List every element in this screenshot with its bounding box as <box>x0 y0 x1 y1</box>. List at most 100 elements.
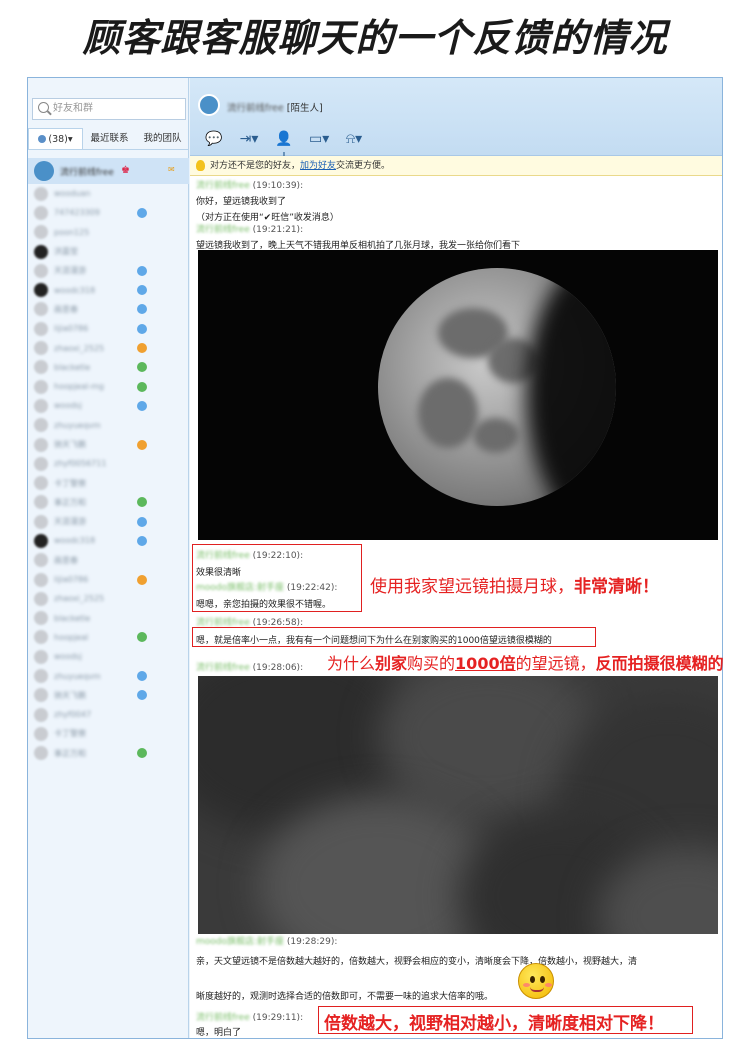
list-item[interactable]: 747423309 <box>28 203 189 222</box>
list-item[interactable]: hoopjeal <box>28 628 189 647</box>
contact-tabs: (38)▾ 最近联系 我的团队 <box>28 128 189 150</box>
list-item[interactable]: 卡丁警察 <box>28 473 189 492</box>
contact-name: wooduan <box>54 189 91 199</box>
contact-name: 卡丁警察 <box>54 478 86 488</box>
list-item[interactable]: woodsj <box>28 647 189 666</box>
highlight-box <box>192 627 596 647</box>
list-item[interactable]: 天涯漫游 <box>28 512 189 531</box>
send-file-icon[interactable]: ⇥▾ <box>239 130 259 148</box>
list-item[interactable]: 驰天飞鹏 <box>28 435 189 454</box>
status-icon <box>137 574 147 585</box>
contact-name: zhaoxi_2525 <box>54 343 105 353</box>
status-icon <box>137 323 147 334</box>
message-text: 亲，天文望远镜不是倍数越大越好的，倍数越大，视野会相应的变小，清晰度会下降，倍数… <box>196 957 638 967</box>
list-item[interactable]: woodc318 <box>28 531 189 550</box>
contact-name: hoopjeal <box>54 632 89 642</box>
list-item[interactable]: blacketle <box>28 358 189 377</box>
contact-name: 747423309 <box>54 208 100 218</box>
list-item[interactable]: woodc318 <box>28 280 189 299</box>
status-icon <box>137 381 147 392</box>
annotation-clear: 使用我家望远镜拍摄月球，非常清晰！ <box>370 577 659 597</box>
list-item[interactable]: zhaoxi_2525 <box>28 338 189 357</box>
list-item[interactable]: wooduan <box>28 184 189 203</box>
contact-name: poon125 <box>54 227 90 237</box>
status-icon <box>137 690 147 701</box>
list-item[interactable]: 天涯漫游 <box>28 261 189 280</box>
avatar <box>34 398 48 413</box>
contact-name: 天涯漫游 <box>54 517 86 527</box>
avatar <box>34 630 48 645</box>
contact-list: 流行前线free ♚ ✉ wooduan 747423309 poon125 洪… <box>28 158 189 763</box>
list-item[interactable]: 事正万和 <box>28 493 189 512</box>
list-item[interactable]: zhyf0047 <box>28 705 189 724</box>
status-icon <box>137 400 147 411</box>
avatar <box>34 591 48 606</box>
list-item[interactable]: zhyf0056711 <box>28 454 189 473</box>
status-icon <box>137 516 147 527</box>
message: 流行前线free (19:28:06): <box>196 660 303 673</box>
annotation-answer: 倍数越大，视野相对越小，清晰度相对下降！ <box>324 1014 664 1034</box>
avatar <box>34 553 48 568</box>
add-friend-icon[interactable]: 👤+ <box>274 130 294 165</box>
tab-recent[interactable]: 最近联系 <box>83 128 136 149</box>
list-item[interactable]: 画意春 <box>28 300 189 319</box>
contact-name: 洪嘉莹 <box>54 247 78 257</box>
avatar <box>34 495 48 510</box>
search-input[interactable]: 好友和群 <box>32 98 186 120</box>
list-item[interactable]: 画意春 <box>28 551 189 570</box>
list-item[interactable]: woodsj <box>28 396 189 415</box>
alarm-icon[interactable]: ⍾▾ <box>344 130 364 148</box>
list-item[interactable]: zhuyueqvm <box>28 666 189 685</box>
avatar <box>34 572 48 587</box>
list-item[interactable]: 流行前线free ♚ ✉ <box>28 158 189 184</box>
avatar <box>34 437 48 452</box>
list-item[interactable]: lijia0786 <box>28 570 189 589</box>
contact-name: 驰天飞鹏 <box>54 440 86 449</box>
message-sender: 流行前线free (19:28:06): <box>196 663 304 673</box>
peer-title: 流行前线free [陌生人] <box>227 100 323 114</box>
list-item[interactable]: blacketle <box>28 609 189 628</box>
avatar <box>34 746 48 761</box>
list-item[interactable]: zhaoxi_2525 <box>28 589 189 608</box>
peer-name: 流行前线free <box>227 103 284 114</box>
search-placeholder: 好友和群 <box>53 103 93 114</box>
chat-header: 流行前线free [陌生人] 💬 ⇥▾ 👤+ ▭▾ ⍾▾ <box>190 78 722 165</box>
avatar <box>34 418 48 433</box>
list-item[interactable]: hoopjeal-mg <box>28 377 189 396</box>
status-icon <box>137 632 147 643</box>
status-icon <box>137 362 147 373</box>
avatar <box>34 283 48 298</box>
message-sender: 流行前线free (19:21:21): <box>196 225 304 235</box>
bulb-icon <box>196 160 205 171</box>
headline: 顾客跟客服聊天的一个反馈的情况 <box>82 16 668 60</box>
avatar <box>34 263 48 278</box>
avatar <box>34 244 48 259</box>
message: moodo旗舰店:射手座 (19:28:29): 亲，天文望远镜不是倍数越大越好… <box>196 934 637 1002</box>
list-item[interactable]: poon125 <box>28 223 189 242</box>
contact-name: 天涯漫游 <box>54 266 86 276</box>
tab-contacts[interactable]: (38)▾ <box>28 128 83 149</box>
contact-name: blacketle <box>54 613 91 623</box>
status-icon <box>137 285 147 296</box>
screen-share-icon[interactable]: ▭▾ <box>309 130 329 148</box>
status-icon <box>137 207 147 218</box>
avatar <box>34 205 48 220</box>
list-item[interactable]: 驰天飞鹏 <box>28 686 189 705</box>
avatar <box>34 161 54 181</box>
list-item[interactable]: zhuyueqvm <box>28 416 189 435</box>
list-item[interactable]: 卡丁警察 <box>28 724 189 743</box>
avatar <box>34 476 48 491</box>
blurry-photo[interactable] <box>198 676 718 934</box>
list-item[interactable]: lijia0786 <box>28 319 189 338</box>
tab-team[interactable]: 我的团队 <box>136 128 189 149</box>
moon-photo[interactable] <box>198 250 718 540</box>
avatar[interactable] <box>198 94 220 116</box>
contact-name: woodsj <box>54 401 82 411</box>
chat-bubble-icon[interactable]: 💬 <box>204 130 224 148</box>
avatar <box>34 514 48 529</box>
contact-name: woodc318 <box>54 536 96 546</box>
message-text: 晰度越好的，观测时选择合适的倍数即可，不需要一味的追求大倍率的哦。 <box>196 992 494 1002</box>
list-item[interactable]: 事正万和 <box>28 744 189 763</box>
list-item[interactable]: 洪嘉莹 <box>28 242 189 261</box>
add-friend-link[interactable]: 加为好友 <box>300 161 336 171</box>
